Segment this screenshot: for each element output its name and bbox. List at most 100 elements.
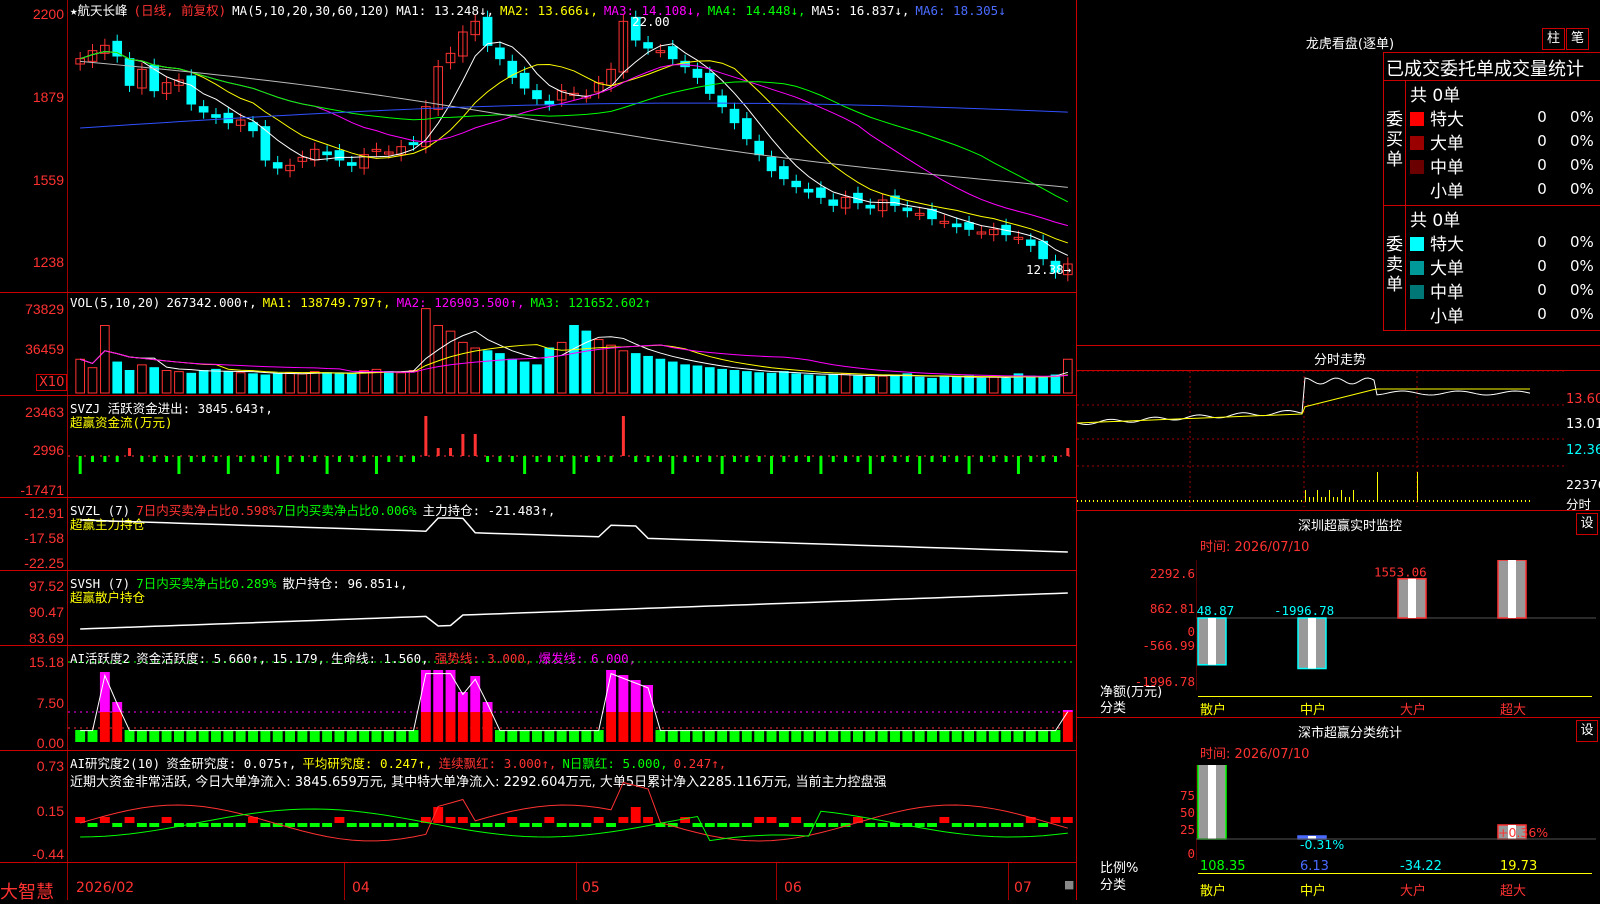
activity-bar	[334, 730, 345, 742]
volume-bar	[75, 358, 85, 394]
cl-val-0: 108.35	[1200, 859, 1246, 874]
volume-bar	[667, 361, 678, 394]
fs-vol-bar	[1333, 497, 1334, 502]
flow-bar	[374, 456, 378, 474]
fs-vol-bar	[1133, 500, 1134, 502]
activity-bar	[778, 730, 789, 742]
activity-bar	[248, 730, 258, 742]
flow-bar	[387, 456, 391, 462]
svsh-y-tick: 83.69	[28, 630, 64, 646]
color-swatch-icon	[1410, 184, 1424, 198]
flow-bar	[337, 456, 341, 462]
flow-bar	[819, 456, 823, 474]
candle-body	[495, 47, 505, 60]
activity-bar	[87, 730, 98, 742]
bar-mode-button[interactable]: 柱	[1542, 28, 1565, 50]
volume-bar	[1001, 377, 1011, 394]
fs-vol-bar	[1281, 500, 1282, 502]
class-settings-button[interactable]: 设	[1576, 720, 1598, 742]
research-bar	[704, 823, 715, 827]
fs-vol-bar	[1365, 500, 1366, 502]
activity-bar	[75, 730, 86, 742]
fs-vol-bar	[1085, 500, 1086, 502]
fs-vol-bar	[1257, 500, 1258, 502]
flow-bar	[449, 448, 453, 456]
flow-bar	[683, 456, 687, 462]
research-bar	[1038, 823, 1049, 827]
tick-mode-button[interactable]: 笔	[1566, 28, 1589, 50]
research-bar	[877, 823, 888, 827]
sz-xcat: 分类	[1100, 701, 1127, 716]
intraday-chart[interactable]	[1077, 371, 1567, 507]
activity-bar	[951, 730, 962, 742]
flow-bar	[597, 456, 601, 462]
flow-bar	[300, 456, 304, 462]
volume-bar	[680, 364, 690, 394]
flow-bar	[412, 456, 416, 462]
activity-bar	[383, 730, 394, 742]
x-tick-4: 07	[1014, 880, 1032, 896]
fs-vol-bar	[1197, 500, 1198, 502]
volume-bar	[408, 370, 419, 394]
fs-vol-bar	[1173, 500, 1174, 502]
candle-body	[791, 180, 802, 188]
order-pct: 0%	[1570, 233, 1594, 251]
activity-bar	[433, 712, 444, 742]
research-bar	[371, 823, 382, 827]
sz-cat-2: 大户	[1400, 703, 1427, 718]
fs-vol-bar	[1493, 500, 1494, 502]
ai2-y-tick: -0.44	[32, 846, 64, 862]
volume-bar	[729, 370, 740, 394]
fs-vol-bar	[1101, 500, 1102, 502]
fs-vol-bar	[1137, 500, 1138, 502]
research-bar	[939, 817, 950, 823]
fs-vol-bar	[1077, 500, 1078, 502]
volume-bar	[297, 373, 308, 394]
research-bar	[445, 817, 456, 823]
order-count: 0	[1537, 132, 1547, 150]
sz-settings-button[interactable]: 设	[1576, 513, 1598, 535]
cl-xcat: 分类	[1100, 878, 1127, 893]
fs-vol-bar	[1181, 500, 1182, 502]
research-bar	[556, 823, 567, 827]
volume-bar	[976, 377, 987, 394]
flow-bar	[498, 456, 502, 462]
sz-bar-highlight	[1408, 578, 1416, 618]
flow-bar	[486, 456, 490, 462]
buy-row-2: 中单	[1410, 153, 1464, 178]
candle-body	[964, 222, 974, 230]
activity-bar	[494, 730, 505, 742]
volume-bar	[816, 375, 826, 394]
research-bar	[482, 823, 493, 827]
lock-icon[interactable]: ■	[1064, 878, 1074, 891]
volume-bar	[569, 325, 579, 394]
cl-val-1: 6.13	[1300, 859, 1329, 874]
svsh-y-tick: 90.47	[28, 604, 64, 620]
order-size-label: 大单	[1430, 134, 1464, 154]
flow-bar	[782, 456, 786, 462]
candlestick-chart[interactable]	[68, 0, 1076, 292]
fs-vol-bar	[1261, 500, 1262, 502]
research-bar	[1062, 817, 1073, 823]
volume-bar	[1050, 374, 1061, 394]
vol-y-tick: 36459	[25, 341, 64, 357]
flow-bar	[1004, 456, 1008, 462]
sz-time: 时间: 2026/07/10	[1200, 540, 1310, 555]
fs-vol-bar	[1389, 500, 1390, 502]
activity-bar	[741, 730, 752, 742]
sz-netflow-chart: -1848.87 -1996.78 1553.06 2292.6	[1196, 560, 1596, 690]
flow-bar	[794, 456, 798, 462]
fs-vol-bar	[1165, 500, 1166, 502]
flow-bar	[621, 416, 625, 456]
fs-vol-bar	[1401, 500, 1402, 502]
flow-bar	[103, 456, 107, 462]
cl-bar-highlight	[1208, 765, 1216, 839]
cl-y-tick: 75	[1179, 788, 1195, 803]
lhkp-title: 龙虎看盘(逐单)	[1305, 37, 1395, 52]
order-count: 0	[1537, 156, 1547, 174]
candle-body	[729, 108, 740, 124]
ma-line	[80, 51, 1068, 227]
research-bar	[149, 823, 160, 827]
volume-bar	[260, 374, 271, 394]
research-bar	[606, 823, 616, 827]
